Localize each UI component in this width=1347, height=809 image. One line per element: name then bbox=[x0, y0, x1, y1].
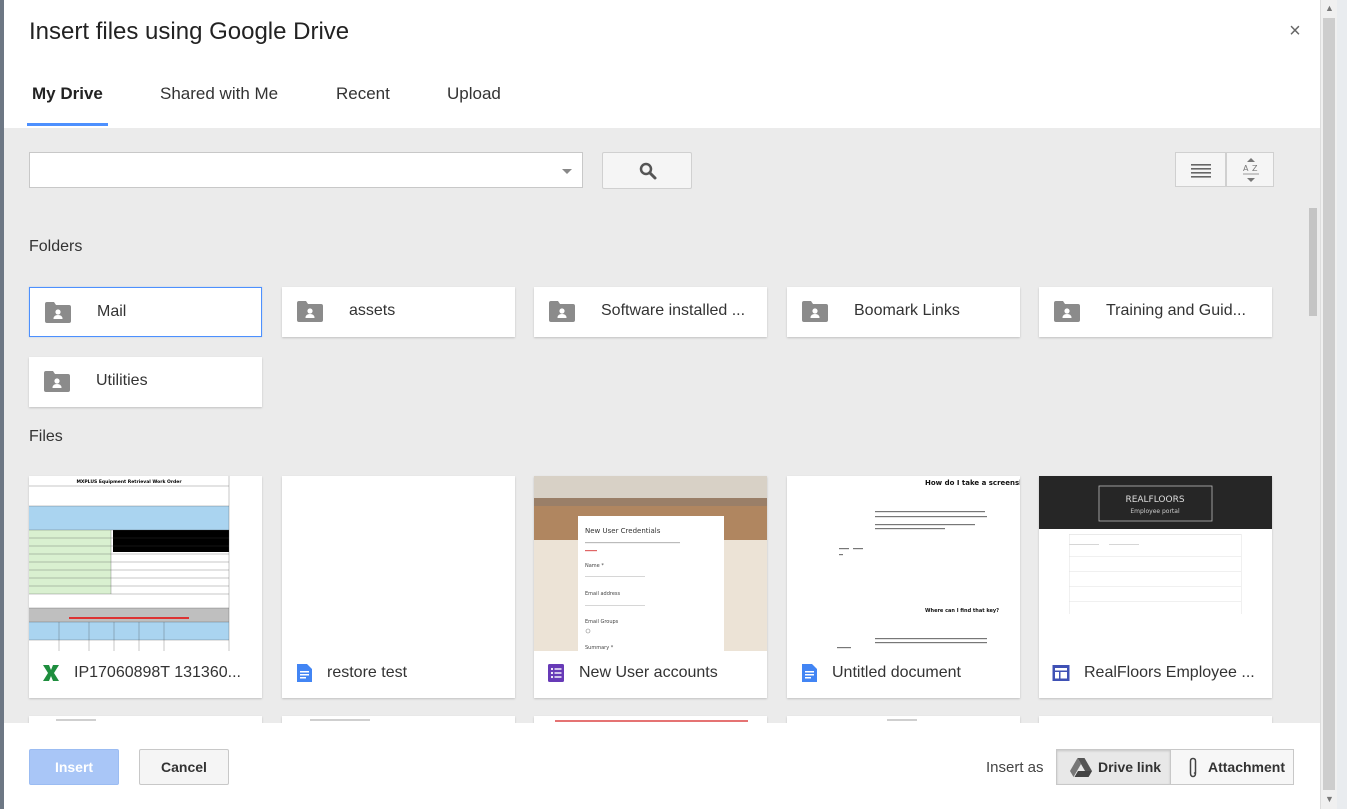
svg-text:Summary *: Summary * bbox=[585, 645, 614, 651]
file-name: New User accounts bbox=[579, 664, 718, 681]
file-card-partial[interactable] bbox=[534, 716, 767, 723]
folder-boomark-links[interactable]: Boomark Links bbox=[787, 287, 1020, 337]
site-preview: REALFLOORS Employee portal bbox=[1039, 476, 1272, 614]
folder-assets[interactable]: assets bbox=[282, 287, 515, 337]
form-preview: New User Credentials Name * Email addres… bbox=[534, 476, 767, 651]
window-scrollbar-thumb[interactable] bbox=[1323, 18, 1335, 790]
svg-text:Email Groups: Email Groups bbox=[585, 619, 619, 625]
tab-recent[interactable]: Recent bbox=[336, 62, 390, 126]
folder-name: Boomark Links bbox=[854, 302, 960, 319]
file-name: IP17060898T 131360... bbox=[74, 664, 241, 681]
shared-folder-icon bbox=[44, 371, 70, 392]
file-name: Untitled document bbox=[832, 664, 961, 681]
tab-upload[interactable]: Upload bbox=[447, 62, 501, 126]
shared-folder-icon bbox=[297, 301, 323, 322]
file-browser-content: Folders Mail assets Software installed .… bbox=[4, 208, 1306, 723]
paperclip-icon bbox=[1189, 757, 1197, 778]
file-card-spreadsheet[interactable]: MXPLUS Equipment Retrieval Work Order IP… bbox=[29, 476, 262, 698]
insert-files-dialog: Insert files using Google Drive × My Dri… bbox=[4, 0, 1320, 809]
folder-utilities[interactable]: Utilities bbox=[29, 357, 262, 407]
forms-icon bbox=[548, 664, 564, 682]
scroll-down-arrow-icon[interactable]: ▼ bbox=[1325, 794, 1334, 804]
shared-folder-icon bbox=[45, 302, 71, 323]
scroll-up-arrow-icon[interactable]: ▲ bbox=[1325, 3, 1334, 13]
folder-name: Training and Guid... bbox=[1106, 302, 1246, 319]
list-view-icon bbox=[1191, 164, 1211, 178]
file-card-partial[interactable] bbox=[282, 716, 515, 723]
spreadsheet-preview: MXPLUS Equipment Retrieval Work Order bbox=[29, 476, 230, 651]
window-scrollbar[interactable]: ▲ ▼ bbox=[1320, 0, 1337, 809]
file-thumbnail bbox=[282, 476, 515, 651]
search-button[interactable] bbox=[602, 152, 692, 189]
shared-folder-icon bbox=[1054, 301, 1080, 322]
search-input[interactable] bbox=[29, 152, 583, 188]
files-heading: Files bbox=[29, 428, 63, 445]
dialog-title: Insert files using Google Drive bbox=[29, 18, 350, 45]
docs-icon bbox=[297, 664, 312, 682]
site-sub-text: Employee portal bbox=[1130, 508, 1180, 515]
doc-subheading-text: Where can I find that key? bbox=[925, 608, 999, 614]
drive-link-toggle[interactable]: Drive link bbox=[1056, 749, 1171, 785]
search-toolbar: A Z bbox=[4, 128, 1320, 208]
folder-name: Utilities bbox=[96, 372, 148, 389]
file-name: restore test bbox=[327, 664, 408, 681]
folder-software-installed[interactable]: Software installed ... bbox=[534, 287, 767, 337]
background-window-edge bbox=[1337, 0, 1347, 809]
content-scrollbar-thumb[interactable] bbox=[1309, 208, 1317, 316]
file-thumbnail: How do I take a screenshot? Where can I … bbox=[787, 476, 1020, 651]
shared-folder-icon bbox=[549, 301, 575, 322]
close-icon[interactable]: × bbox=[1284, 20, 1306, 42]
file-card-new-user-accounts[interactable]: New User Credentials Name * Email addres… bbox=[534, 476, 767, 698]
file-card-realfloors-employee[interactable]: REALFLOORS Employee portal RealFloors Em… bbox=[1039, 476, 1272, 698]
list-view-button[interactable] bbox=[1175, 152, 1226, 187]
file-card-partial[interactable] bbox=[787, 716, 1020, 723]
folders-heading: Folders bbox=[29, 238, 83, 255]
svg-text:A: A bbox=[1243, 164, 1249, 173]
file-thumbnail: MXPLUS Equipment Retrieval Work Order bbox=[29, 476, 262, 651]
attachment-label: Attachment bbox=[1208, 759, 1286, 775]
tab-bar: My Drive Shared with Me Recent Upload bbox=[4, 62, 1320, 128]
tab-shared-with-me[interactable]: Shared with Me bbox=[160, 62, 278, 126]
sites-icon bbox=[1052, 665, 1070, 681]
file-name: RealFloors Employee ... bbox=[1084, 664, 1255, 681]
file-thumbnail: REALFLOORS Employee portal bbox=[1039, 476, 1272, 651]
search-icon bbox=[639, 162, 657, 180]
folder-name: Software installed ... bbox=[601, 302, 746, 319]
excel-icon bbox=[43, 665, 59, 681]
dialog-footer: Insert Cancel Insert as Drive link Attac… bbox=[4, 723, 1320, 809]
docs-icon bbox=[802, 664, 817, 682]
svg-text:Email address: Email address bbox=[585, 591, 621, 597]
chevron-down-icon[interactable] bbox=[562, 169, 572, 174]
site-brand-text: REALFLOORS bbox=[1125, 495, 1184, 505]
folder-mail[interactable]: Mail bbox=[29, 287, 262, 337]
svg-text:Z: Z bbox=[1252, 164, 1258, 173]
google-drive-icon bbox=[1070, 758, 1092, 777]
drive-link-label: Drive link bbox=[1098, 759, 1162, 775]
tab-my-drive[interactable]: My Drive bbox=[27, 62, 108, 126]
sheet-header-text: MXPLUS Equipment Retrieval Work Order bbox=[76, 479, 182, 485]
sort-az-icon: A Z bbox=[1243, 158, 1259, 182]
folder-training-and-guides[interactable]: Training and Guid... bbox=[1039, 287, 1272, 337]
folder-name: assets bbox=[349, 302, 396, 319]
attachment-toggle[interactable]: Attachment bbox=[1170, 749, 1294, 785]
content-scrollbar[interactable] bbox=[1306, 208, 1320, 723]
doc-preview: How do I take a screenshot? Where can I … bbox=[837, 479, 1020, 649]
svg-text:Name *: Name * bbox=[585, 563, 604, 569]
file-card-partial[interactable] bbox=[1039, 716, 1272, 723]
sort-az-button[interactable]: A Z bbox=[1226, 152, 1274, 187]
file-card-partial[interactable] bbox=[29, 716, 262, 723]
file-card-untitled-document[interactable]: How do I take a screenshot? Where can I … bbox=[787, 476, 1020, 698]
doc-heading-text: How do I take a screenshot? bbox=[925, 479, 1020, 487]
insert-button[interactable]: Insert bbox=[29, 749, 119, 785]
cancel-button[interactable]: Cancel bbox=[139, 749, 229, 785]
shared-folder-icon bbox=[802, 301, 828, 322]
file-card-restore-test[interactable]: restore test bbox=[282, 476, 515, 698]
folder-name: Mail bbox=[97, 303, 127, 320]
insert-as-label: Insert as bbox=[986, 759, 1044, 776]
form-title-text: New User Credentials bbox=[585, 527, 661, 535]
file-thumbnail: New User Credentials Name * Email addres… bbox=[534, 476, 767, 651]
